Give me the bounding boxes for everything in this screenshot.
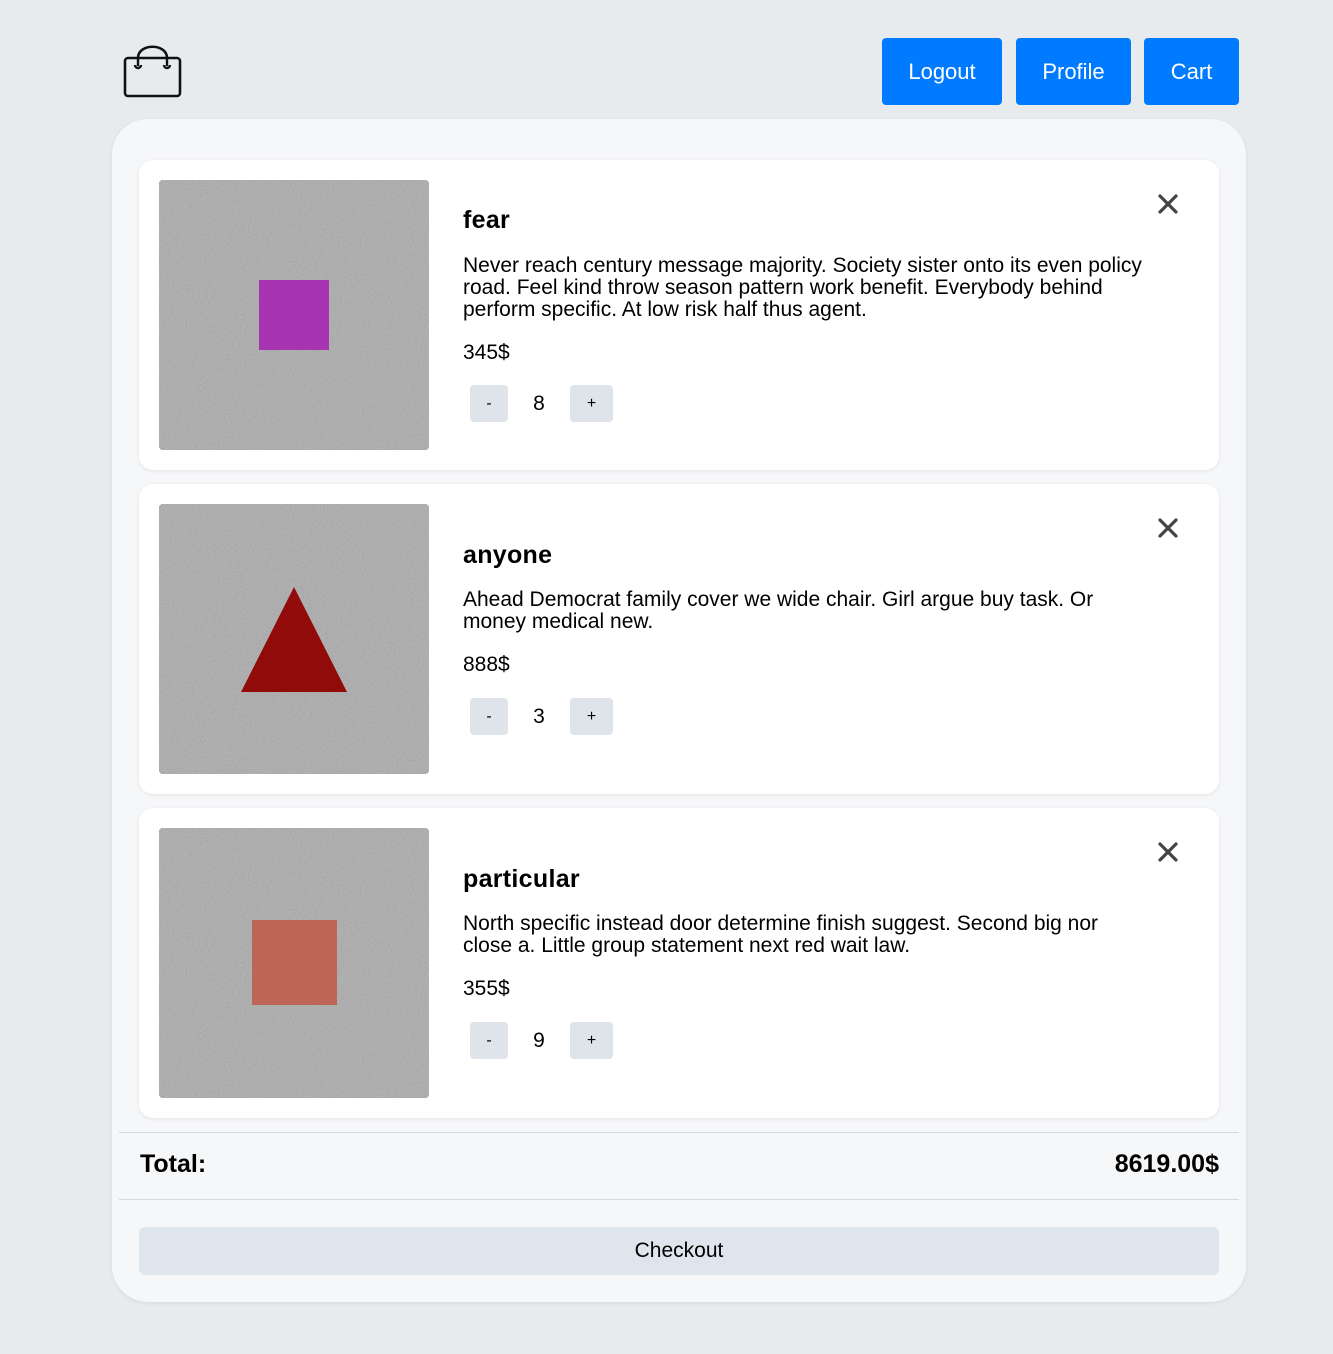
cart-item: anyone Ahead Democrat family cover we wi…	[139, 484, 1219, 794]
checkout-button[interactable]: Checkout	[139, 1227, 1219, 1275]
profile-button[interactable]: Profile	[1016, 38, 1131, 105]
item-name: anyone	[463, 541, 553, 569]
item-details: particular North specific instead door d…	[463, 808, 1129, 1118]
quantity-stepper: - 3 +	[470, 698, 620, 735]
item-details: fear Never reach century message majorit…	[463, 160, 1142, 470]
item-price: 355$	[463, 977, 510, 1000]
item-description: North specific instead door determine fi…	[463, 912, 1099, 957]
quantity-value: 3	[533, 705, 545, 728]
product-image	[159, 504, 429, 774]
close-icon[interactable]	[1152, 188, 1184, 220]
quantity-value: 9	[533, 1029, 545, 1052]
product-image	[159, 180, 429, 450]
cart-item: particular North specific instead door d…	[139, 808, 1219, 1118]
divider	[119, 1132, 1239, 1133]
item-price: 888$	[463, 653, 510, 676]
increase-quantity-button[interactable]: +	[570, 698, 613, 735]
decrease-quantity-button[interactable]: -	[470, 698, 508, 735]
page: Logout Profile Cart fear Never reach cen…	[0, 0, 1333, 1354]
close-icon[interactable]	[1152, 836, 1184, 868]
cart-button[interactable]: Cart	[1144, 38, 1239, 105]
product-image	[159, 828, 429, 1098]
quantity-stepper: - 9 +	[470, 1022, 620, 1059]
item-description: Never reach century message majority. So…	[463, 254, 1142, 321]
item-price: 345$	[463, 341, 510, 364]
item-name: particular	[463, 865, 580, 893]
logout-button[interactable]: Logout	[882, 38, 1002, 105]
cart-panel: fear Never reach century message majorit…	[112, 119, 1246, 1302]
item-name: fear	[463, 206, 511, 234]
total-value: 8619.00$	[1114, 1150, 1219, 1178]
shopping-bag-icon[interactable]	[122, 44, 184, 100]
cart-item: fear Never reach century message majorit…	[139, 160, 1219, 470]
quantity-stepper: - 8 +	[470, 385, 620, 422]
increase-quantity-button[interactable]: +	[570, 1022, 613, 1059]
item-description: Ahead Democrat family cover we wide chai…	[463, 588, 1094, 633]
decrease-quantity-button[interactable]: -	[470, 1022, 508, 1059]
increase-quantity-button[interactable]: +	[570, 385, 613, 422]
decrease-quantity-button[interactable]: -	[470, 385, 508, 422]
divider	[119, 1199, 1239, 1200]
quantity-value: 8	[533, 392, 545, 415]
close-icon[interactable]	[1152, 512, 1184, 544]
total-label: Total:	[140, 1150, 207, 1178]
item-details: anyone Ahead Democrat family cover we wi…	[463, 484, 1129, 794]
